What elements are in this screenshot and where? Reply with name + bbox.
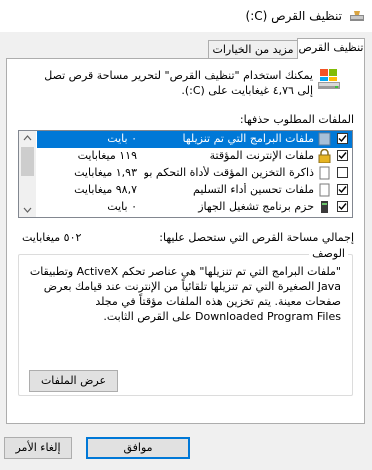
intro-text: يمكنك استخدام "تنظيف القرص" لتحرير مساحة… bbox=[44, 69, 313, 97]
item-name: ملفات تحسين أداء التسليم bbox=[193, 183, 314, 196]
checkbox[interactable] bbox=[337, 201, 348, 212]
item-size: ١١٩ ميغابايت bbox=[77, 149, 137, 162]
item-size: ١,٩٣ ميغابايت bbox=[74, 166, 137, 179]
item-name: ذاكرة التخزين المؤقت لأداة التحكم بوحدة.… bbox=[144, 166, 314, 179]
description-text: "ملفات البرامج التي تم تنزيلها" هي عناصر… bbox=[29, 265, 341, 323]
files-to-delete-label: الملفات المطلوب حذفها: bbox=[239, 113, 354, 126]
description-title: الوصف bbox=[309, 247, 348, 260]
folder-icon bbox=[318, 132, 331, 146]
list-item[interactable]: ملفات الإنترنت المؤقتة ١١٩ ميغابايت bbox=[37, 148, 352, 165]
item-name: ملفات الإنترنت المؤقتة bbox=[209, 149, 314, 162]
item-size: ٠ بايت bbox=[107, 132, 137, 145]
checkbox[interactable] bbox=[337, 167, 348, 178]
item-name: حزم برنامج تشغيل الجهاز bbox=[198, 200, 314, 213]
tab-disk-cleanup[interactable]: تنظيف القرص bbox=[297, 38, 365, 59]
ok-button[interactable]: موافق bbox=[86, 437, 190, 459]
document-icon bbox=[318, 183, 331, 197]
cancel-button[interactable]: إلغاء الأمر bbox=[4, 437, 72, 459]
total-space-label: إجمالي مساحة القرص التي ستحصل عليها: bbox=[159, 231, 354, 244]
total-space-value: ٥٠٢ ميغابايت bbox=[22, 231, 82, 244]
item-name: ملفات البرامج التي تم تنزيلها bbox=[182, 132, 315, 145]
item-size: ٠ بايت bbox=[107, 200, 137, 213]
checkbox[interactable] bbox=[337, 184, 348, 195]
drive-icon bbox=[317, 67, 341, 91]
window-title: تنظيف القرص (C:) bbox=[245, 9, 342, 23]
checkbox[interactable] bbox=[337, 133, 348, 144]
scrollbar-thumb[interactable] bbox=[21, 147, 34, 176]
lock-icon bbox=[318, 148, 331, 164]
document-icon bbox=[318, 166, 331, 180]
disk-cleanup-icon bbox=[350, 10, 364, 22]
scroll-up-arrow-icon[interactable] bbox=[19, 131, 36, 146]
checkbox[interactable] bbox=[337, 150, 348, 161]
item-size: ٩٨,٧ ميغابايت bbox=[74, 183, 137, 196]
list-item[interactable]: ملفات البرامج التي تم تنزيلها ٠ بايت bbox=[37, 131, 352, 148]
list-item[interactable]: ذاكرة التخزين المؤقت لأداة التحكم بوحدة.… bbox=[37, 165, 352, 182]
list-item[interactable]: ملفات تحسين أداء التسليم ٩٨,٧ ميغابايت bbox=[37, 182, 352, 199]
tab-more-options[interactable]: مزيد من الخيارات bbox=[208, 40, 298, 58]
view-files-button[interactable]: عرض الملفات bbox=[29, 370, 118, 392]
scroll-down-arrow-icon[interactable] bbox=[19, 202, 36, 217]
device-icon bbox=[318, 200, 331, 214]
list-item[interactable]: حزم برنامج تشغيل الجهاز ٠ بايت bbox=[37, 199, 352, 216]
